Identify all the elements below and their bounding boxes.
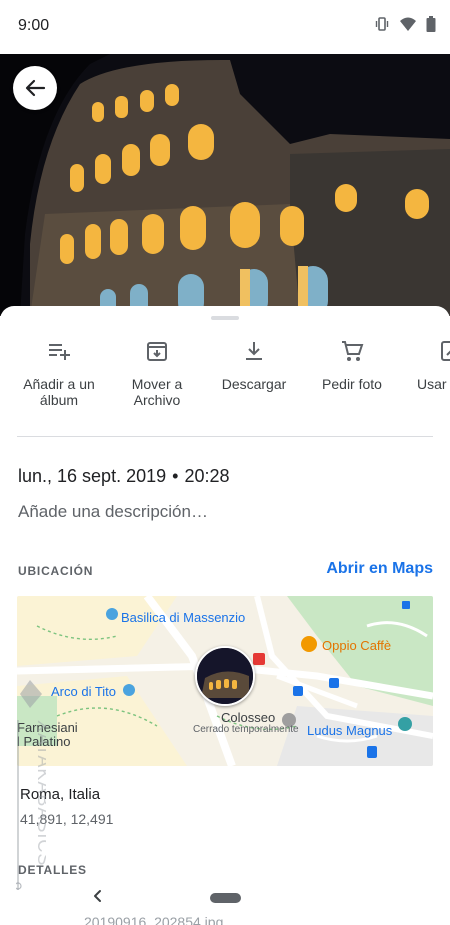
divider xyxy=(17,436,433,437)
archive-icon xyxy=(147,342,167,361)
colosseum-image xyxy=(0,54,450,316)
action-bar: Añadir a un álbum Mover a Archivo Descarga… xyxy=(0,336,450,426)
map-label-arco: Arco di Tito xyxy=(51,684,117,699)
nav-back-icon[interactable] xyxy=(90,886,104,906)
open-in-maps-link[interactable]: Abrir en Maps xyxy=(326,560,433,578)
map-label-basilica: Basilica di Massenzio xyxy=(121,610,246,625)
move-to-archive-button[interactable]: Mover a Archivo xyxy=(107,336,207,408)
nav-home-pill[interactable] xyxy=(210,893,241,903)
info-sheet: Añadir a un álbum Mover a Archivo Descarga… xyxy=(0,306,450,925)
watermark-logo: XATAKABASICS xyxy=(16,680,46,890)
map-label-oppio: Oppio Caffè xyxy=(322,638,392,653)
description-field[interactable]: Añade una descripción… xyxy=(18,502,208,522)
photo-date: lun., 16 sept. 2019 xyxy=(18,466,167,486)
cart-icon xyxy=(342,341,364,361)
date-time: lun., 16 sept. 2019 • 20:28 xyxy=(18,466,229,487)
download-label: Descargar xyxy=(221,376,287,392)
order-photo-button[interactable]: Pedir foto xyxy=(302,336,402,392)
battery-icon xyxy=(426,16,436,32)
map-label-colosseo: Colosseo xyxy=(221,710,276,725)
thumbnail-image xyxy=(197,648,253,704)
back-button[interactable] xyxy=(13,66,57,110)
wifi-icon xyxy=(400,17,416,31)
playlist-add-icon xyxy=(49,344,70,360)
open-with-icon xyxy=(441,341,450,361)
download-icon xyxy=(246,342,262,360)
file-name: 20190916_202854.jpg xyxy=(84,914,224,925)
status-bar: 9:00 xyxy=(0,0,450,54)
use-as-label: Usar c xyxy=(417,376,450,392)
add-to-album-button[interactable]: Añadir a un álbum xyxy=(9,336,109,408)
use-as-button[interactable]: Usar c xyxy=(400,336,450,392)
status-icons xyxy=(374,16,436,32)
vibrate-icon xyxy=(375,17,389,31)
location-header: UBICACIÓN xyxy=(18,564,94,578)
photo-time: 20:28 xyxy=(184,466,230,486)
add-to-album-label: Añadir a un álbum xyxy=(23,376,95,408)
arrow-back-icon xyxy=(25,79,46,97)
order-photo-label: Pedir foto xyxy=(322,376,382,392)
map-label-ludus: Ludus Magnus xyxy=(307,723,393,738)
drag-handle[interactable] xyxy=(211,316,239,320)
svg-text:XATAKABASICS: XATAKABASICS xyxy=(34,720,46,866)
download-button[interactable]: Descargar xyxy=(204,336,304,392)
map-photo-thumbnail[interactable] xyxy=(195,646,255,706)
move-to-archive-label: Mover a Archivo xyxy=(131,376,183,408)
photo-colosseum[interactable] xyxy=(0,54,450,316)
status-time: 9:00 xyxy=(18,17,50,34)
map-label-colosseo-status: Cerrado temporalmente xyxy=(193,724,299,735)
date-separator: • xyxy=(172,466,179,486)
location-map[interactable]: Basilica di Massenzio Oppio Caffè Arco d… xyxy=(17,596,433,766)
